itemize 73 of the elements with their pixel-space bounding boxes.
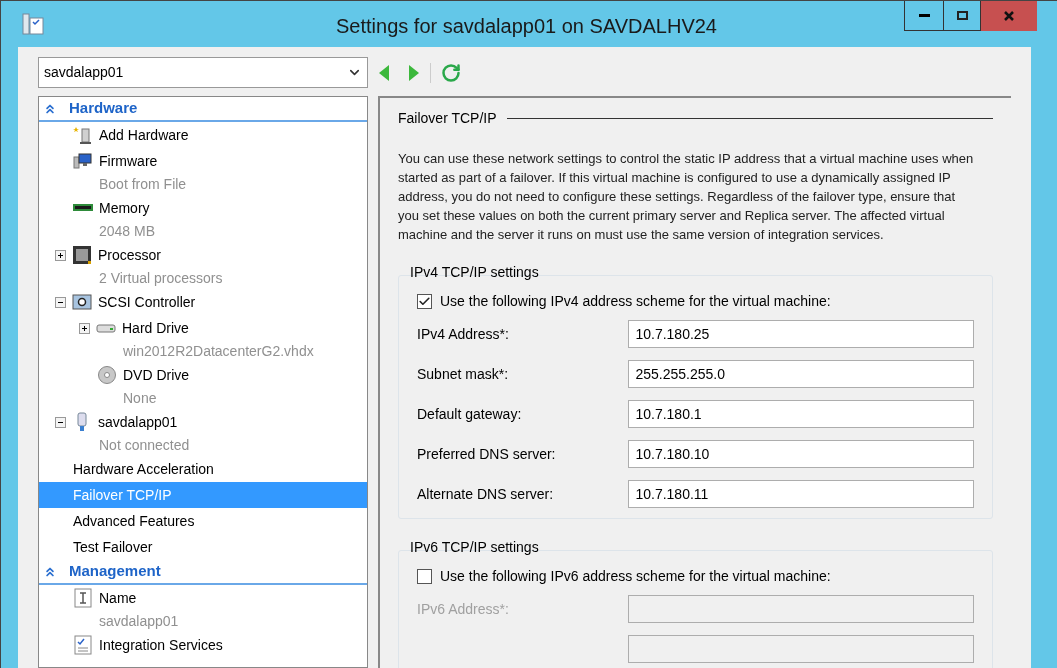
tree-item[interactable]: SCSI Controller bbox=[39, 289, 367, 315]
tree-item-label: Firmware bbox=[99, 151, 158, 171]
disc-icon bbox=[97, 365, 117, 385]
tree-item[interactable]: Memory bbox=[39, 195, 367, 221]
controller-icon bbox=[72, 292, 92, 312]
close-icon bbox=[1003, 10, 1015, 22]
checkbox[interactable] bbox=[417, 293, 432, 309]
section-header: Hardware bbox=[69, 98, 138, 119]
group-title: IPv6 TCP/IP settings bbox=[410, 539, 539, 555]
text-cursor-icon bbox=[73, 588, 93, 608]
tree-item[interactable]: Hardware Acceleration bbox=[39, 456, 367, 482]
section-header: Management bbox=[69, 561, 161, 582]
tree-item[interactable]: savdalapp01 bbox=[39, 409, 367, 435]
tree-item-detail: win2012R2DatacenterG2.vhdx bbox=[123, 342, 314, 361]
tree-item-label: SCSI Controller bbox=[98, 292, 196, 312]
tree-item-detail: savdalapp01 bbox=[99, 612, 179, 631]
field-label: IPv6 Address*: bbox=[417, 599, 510, 619]
tree-item-label: Test Failover bbox=[73, 537, 153, 557]
tree-item-detail: Boot from File bbox=[99, 175, 187, 194]
tree-item[interactable]: Hard Drive bbox=[39, 315, 367, 341]
tree-item-detail: 2048 MB bbox=[99, 222, 156, 241]
field-label: Preferred DNS server: bbox=[417, 444, 557, 464]
settings-window-icon bbox=[21, 12, 45, 36]
field-label: Subnet mask*: bbox=[417, 364, 510, 384]
tree-item-label: Processor bbox=[98, 245, 162, 265]
minimize-button[interactable] bbox=[904, 1, 944, 31]
tree-item-label: Memory bbox=[99, 198, 150, 218]
tree-item[interactable]: Advanced Features bbox=[39, 508, 367, 534]
tree-item[interactable]: Firmware bbox=[39, 148, 367, 174]
panel-title: Failover TCP/IP bbox=[398, 109, 497, 128]
processor-icon bbox=[72, 245, 92, 265]
tree-item-label: Hardware Acceleration bbox=[73, 459, 214, 479]
tree-item-label: Hard Drive bbox=[122, 318, 189, 338]
checkbox-label: Use the following IPv4 address scheme for the virtual machine: bbox=[440, 291, 831, 311]
tree-item-label: Integration Services bbox=[99, 635, 223, 655]
computer-icon bbox=[73, 151, 93, 171]
field-label: Default gateway: bbox=[417, 404, 523, 424]
text-field[interactable]: 10.7.180.10 bbox=[628, 440, 974, 468]
tree-item[interactable]: Add Hardware bbox=[39, 122, 367, 148]
tree-item-label: Advanced Features bbox=[73, 511, 195, 531]
collapse-icon[interactable] bbox=[55, 296, 66, 308]
tree-item[interactable]: Processor bbox=[39, 242, 367, 268]
tree-item-detail: Not connected bbox=[99, 436, 190, 455]
tree-item-label: Failover TCP/IP bbox=[73, 485, 172, 505]
tree-item-label: DVD Drive bbox=[123, 365, 190, 385]
tree-item[interactable]: Test Failover bbox=[39, 534, 367, 560]
add-hardware-icon bbox=[73, 125, 93, 145]
checkbox-label: Use the following IPv6 address scheme for the virtual machine: bbox=[440, 566, 831, 586]
text-field[interactable]: 10.7.180.25 bbox=[628, 320, 974, 348]
tree-item-detail: None bbox=[123, 389, 157, 408]
field-label: IPv4 Address*: bbox=[417, 324, 510, 344]
tree-item-label: Add Hardware bbox=[99, 125, 189, 145]
tree-item[interactable]: DVD Drive bbox=[39, 362, 367, 388]
text-field[interactable]: 255.255.255.0 bbox=[628, 360, 974, 388]
vm-dropdown[interactable]: savdalapp01 bbox=[38, 57, 368, 88]
tree-item-label: savdalapp01 bbox=[98, 412, 178, 432]
tree-item[interactable]: Integration Services bbox=[39, 632, 367, 658]
checklist-icon bbox=[73, 635, 93, 655]
collapse-icon[interactable] bbox=[55, 416, 66, 428]
text-field[interactable]: 10.7.180.1 bbox=[628, 400, 974, 428]
description-text: You can use these network settings to control the static IP address that a virtual machine uses when started as part of a failover. If this virtual machine is configured to use a dynamically assigned IP address, you do not need to configure these settings. Regardless of the failover type, ensure that you set these values on both the current primary server and Replica server. The affected virtual machine and the server it runs on must use the same version of integration services. bbox=[398, 150, 975, 244]
tree-item-detail: 2 Virtual processors bbox=[99, 269, 223, 288]
refresh-icon[interactable] bbox=[441, 62, 461, 83]
expand-icon[interactable] bbox=[55, 249, 66, 261]
text-field[interactable]: 10.7.180.11 bbox=[628, 480, 974, 508]
close-button[interactable] bbox=[981, 1, 1037, 31]
checkbox[interactable] bbox=[417, 568, 432, 584]
expand-icon[interactable] bbox=[79, 322, 90, 334]
window-title: Settings for savdalapp01 on SAVDALHV24 bbox=[336, 14, 717, 39]
tree-item[interactable]: Name bbox=[39, 585, 367, 611]
tree-item-label: Name bbox=[99, 588, 137, 608]
field-label: Alternate DNS server: bbox=[417, 484, 555, 504]
group-title: IPv4 TCP/IP settings bbox=[410, 264, 539, 280]
